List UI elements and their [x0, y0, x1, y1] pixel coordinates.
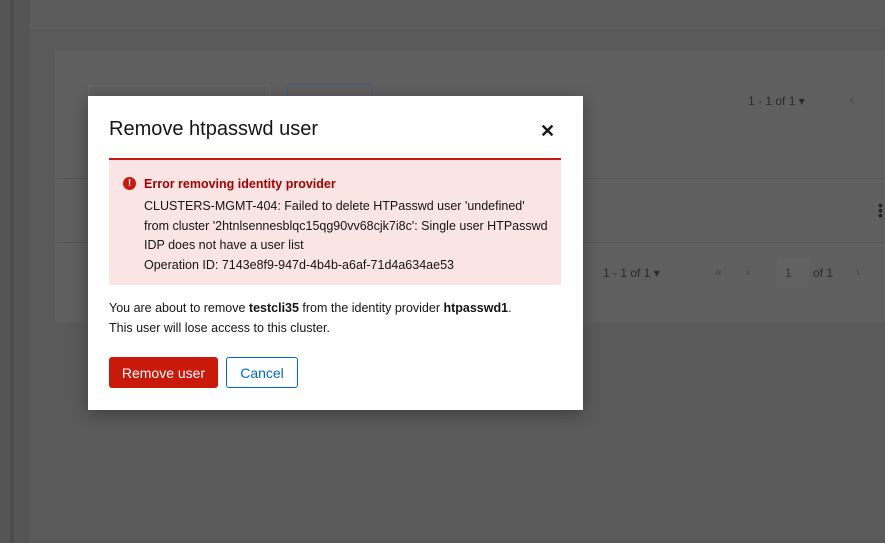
- cancel-button[interactable]: Cancel: [226, 357, 298, 388]
- user-name: testcli35: [248, 301, 299, 315]
- page-header: [30, 0, 885, 31]
- prev-page-icon[interactable]: ‹: [746, 265, 750, 279]
- prev-page-icon[interactable]: ‹: [850, 93, 854, 107]
- alert-line: from cluster '2htnlsennesblqc15qg90vv68c…: [144, 218, 548, 233]
- pagination-top[interactable]: 1 - 1 of 1 ▾: [748, 94, 805, 108]
- pagination-bottom[interactable]: 1 - 1 of 1 ▾: [603, 266, 660, 280]
- kebab-menu-icon[interactable]: • • •: [878, 198, 883, 222]
- page-total: of 1: [813, 266, 834, 280]
- sidebar-divider: [10, 0, 14, 543]
- body-text: This user will lose access to this clust…: [109, 320, 330, 335]
- body-text: .: [508, 301, 512, 315]
- exclamation-circle-icon: !: [123, 177, 136, 190]
- remove-user-button[interactable]: Remove user: [109, 357, 218, 388]
- next-page-icon[interactable]: ›: [856, 265, 860, 279]
- provider-name: htpasswd1: [443, 301, 509, 315]
- modal-title: Remove htpasswd user: [109, 118, 318, 140]
- modal-body: You are about to remove testcli35 from t…: [109, 299, 512, 338]
- alert-line: CLUSTERS-MGMT-404: Failed to delete HTPa…: [144, 199, 525, 213]
- alert-body: CLUSTERS-MGMT-404: Failed to delete HTPa…: [144, 197, 548, 275]
- alert-title: Error removing identity provider: [144, 177, 336, 191]
- left-sidebar: [0, 0, 30, 543]
- page-number-input[interactable]: 1: [777, 258, 809, 288]
- first-page-icon[interactable]: «: [715, 265, 722, 279]
- pagination-label: 1 - 1 of 1: [748, 94, 796, 108]
- error-alert: ! Error removing identity provider CLUST…: [109, 158, 561, 285]
- alert-line: Operation ID: 7143e8f9-947d-4b4b-a6af-71…: [144, 257, 454, 272]
- body-text: You are about to remove: [109, 301, 249, 315]
- pagination-label: 1 - 1 of 1: [603, 266, 651, 280]
- close-icon[interactable]: ✕: [540, 121, 555, 142]
- remove-user-modal: Remove htpasswd user ✕ ! Error removing …: [88, 96, 583, 410]
- body-text: from the identity provider: [298, 301, 444, 315]
- alert-line: IDP does not have a user list: [144, 238, 304, 252]
